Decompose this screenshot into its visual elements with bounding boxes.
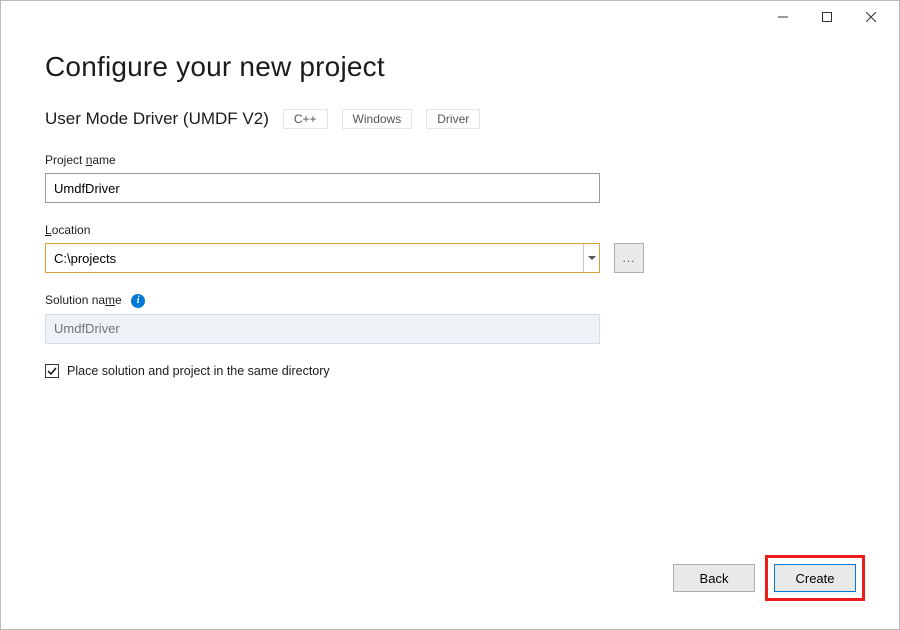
create-highlight: Create xyxy=(765,555,865,601)
template-tag: Driver xyxy=(426,109,480,129)
page-title: Configure your new project xyxy=(45,51,855,83)
solution-name-label: Solution name i xyxy=(45,293,855,308)
close-button[interactable] xyxy=(849,3,893,31)
back-button[interactable]: Back xyxy=(673,564,755,592)
browse-button[interactable]: ... xyxy=(614,243,644,273)
template-name: User Mode Driver (UMDF V2) xyxy=(45,109,269,129)
template-row: User Mode Driver (UMDF V2) C++ Windows D… xyxy=(45,109,855,129)
project-name-label: Project name xyxy=(45,153,855,167)
location-combobox[interactable] xyxy=(45,243,600,273)
location-input[interactable] xyxy=(46,244,583,272)
chevron-down-icon xyxy=(588,256,596,260)
solution-name-input xyxy=(45,314,600,344)
template-tag: Windows xyxy=(342,109,413,129)
project-name-field: Project name xyxy=(45,153,855,203)
footer-buttons: Back Create xyxy=(673,555,865,601)
same-directory-row: Place solution and project in the same d… xyxy=(45,364,855,378)
info-icon[interactable]: i xyxy=(131,294,145,308)
solution-name-field: Solution name i xyxy=(45,293,855,344)
maximize-button[interactable] xyxy=(805,3,849,31)
same-directory-checkbox[interactable] xyxy=(45,364,59,378)
same-directory-label: Place solution and project in the same d… xyxy=(67,364,330,378)
create-button[interactable]: Create xyxy=(774,564,856,592)
maximize-icon xyxy=(822,12,832,22)
checkmark-icon xyxy=(47,366,57,376)
minimize-button[interactable] xyxy=(761,3,805,31)
minimize-icon xyxy=(778,12,788,22)
content-area: Configure your new project User Mode Dri… xyxy=(1,33,899,378)
location-field: Location ... xyxy=(45,223,855,273)
template-tag: C++ xyxy=(283,109,328,129)
close-icon xyxy=(866,12,876,22)
project-name-input[interactable] xyxy=(45,173,600,203)
location-label: Location xyxy=(45,223,855,237)
titlebar xyxy=(1,1,899,33)
location-dropdown-toggle[interactable] xyxy=(583,244,599,272)
dialog-window: Configure your new project User Mode Dri… xyxy=(0,0,900,630)
